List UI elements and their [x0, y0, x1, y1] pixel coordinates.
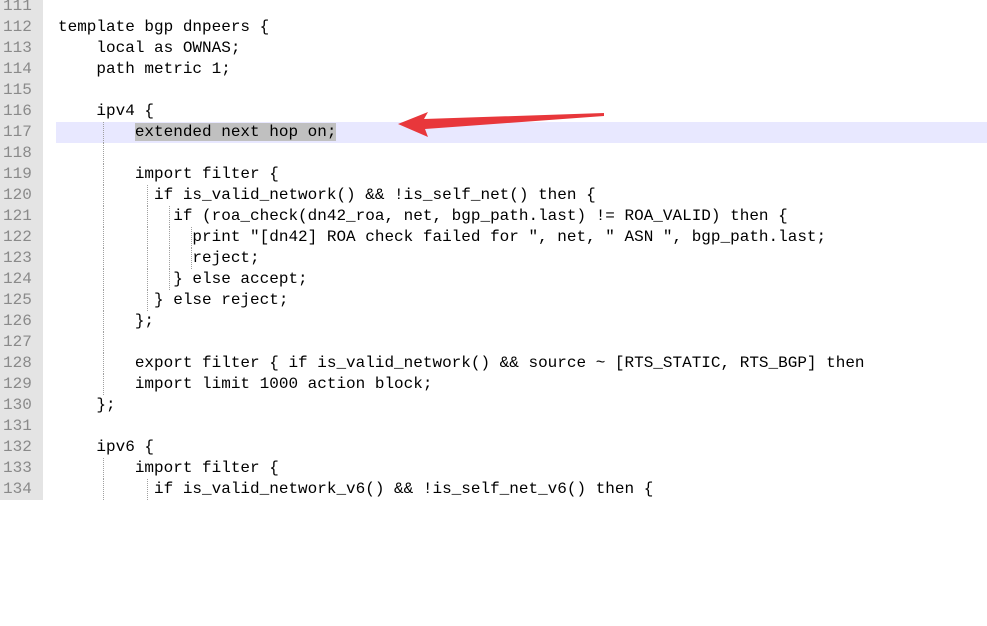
selected-text[interactable]: extended next hop on;: [134, 123, 337, 141]
line-number: 120: [0, 185, 43, 206]
line-number: 128: [0, 353, 43, 374]
code-text: local as OWNAS;: [58, 39, 241, 57]
code-text: };: [58, 396, 116, 414]
line-number: 133: [0, 458, 43, 479]
code-line[interactable]: 119 import filter {: [0, 164, 987, 185]
code-line[interactable]: 120 if is_valid_network() && !is_self_ne…: [0, 185, 987, 206]
code-line[interactable]: 114 path metric 1;: [0, 59, 987, 80]
code-text: import filter {: [58, 459, 279, 477]
code-text: ipv4 {: [58, 102, 155, 120]
line-number: 121: [0, 206, 43, 227]
code-line[interactable]: 129 import limit 1000 action block;: [0, 374, 987, 395]
code-line[interactable]: 113 local as OWNAS;: [0, 38, 987, 59]
code-line[interactable]: 127: [0, 332, 987, 353]
code-line[interactable]: 118: [0, 143, 987, 164]
code-line[interactable]: 111: [0, 0, 987, 17]
code-line[interactable]: 134 if is_valid_network_v6() && !is_self…: [0, 479, 987, 500]
line-number: 123: [0, 248, 43, 269]
code-line[interactable]: 133 import filter {: [0, 458, 987, 479]
line-number: 114: [0, 59, 43, 80]
code-text: ipv6 {: [58, 438, 155, 456]
code-text: import limit 1000 action block;: [58, 375, 433, 393]
code-text: if is_valid_network_v6() && !is_self_net…: [58, 480, 654, 498]
line-number: 113: [0, 38, 43, 59]
code-line[interactable]: 124 } else accept;: [0, 269, 987, 290]
code-text: extended next hop on;: [58, 122, 337, 143]
indent-guide: [103, 332, 104, 353]
line-number: 119: [0, 164, 43, 185]
code-text: path metric 1;: [58, 60, 231, 78]
line-number: 130: [0, 395, 43, 416]
line-number: 131: [0, 416, 43, 437]
code-line[interactable]: 126 };: [0, 311, 987, 332]
line-number: 116: [0, 101, 43, 122]
line-number: 117: [0, 122, 43, 143]
code-line[interactable]: 112 template bgp dnpeers {: [0, 17, 987, 38]
line-number: 127: [0, 332, 43, 353]
line-number: 134: [0, 479, 43, 500]
indent-guide: [103, 143, 104, 164]
code-line[interactable]: 132 ipv6 {: [0, 437, 987, 458]
code-line[interactable]: 121 if (roa_check(dn42_roa, net, bgp_pat…: [0, 206, 987, 227]
code-line[interactable]: 130 };: [0, 395, 987, 416]
line-number: 118: [0, 143, 43, 164]
line-number: 132: [0, 437, 43, 458]
code-text: if (roa_check(dn42_roa, net, bgp_path.la…: [58, 207, 788, 225]
code-line[interactable]: 116 ipv4 {: [0, 101, 987, 122]
line-number: 124: [0, 269, 43, 290]
current-code-line[interactable]: 117 extended next hop on;: [0, 122, 987, 143]
code-line[interactable]: 128 export filter { if is_valid_network(…: [0, 353, 987, 374]
code-text: export filter { if is_valid_network() &&…: [58, 354, 865, 372]
code-text: } else accept;: [58, 270, 308, 288]
code-line[interactable]: 122 print "[dn42] ROA check failed for "…: [0, 227, 987, 248]
code-line[interactable]: 123 reject;: [0, 248, 987, 269]
line-number: 122: [0, 227, 43, 248]
code-editor[interactable]: 111 112 template bgp dnpeers { 113 local…: [0, 0, 987, 500]
code-line[interactable]: 131: [0, 416, 987, 437]
code-text: };: [58, 312, 155, 330]
code-line[interactable]: 115: [0, 80, 987, 101]
line-number: 115: [0, 80, 43, 101]
code-text: reject;: [58, 249, 260, 267]
line-number: 111: [0, 0, 43, 17]
code-text: import filter {: [58, 165, 279, 183]
line-number: 129: [0, 374, 43, 395]
line-number: 125: [0, 290, 43, 311]
code-text: print "[dn42] ROA check failed for ", ne…: [58, 228, 827, 246]
code-line[interactable]: 125 } else reject;: [0, 290, 987, 311]
code-text: template bgp dnpeers {: [58, 18, 270, 36]
code-text: } else reject;: [58, 291, 289, 309]
code-text: if is_valid_network() && !is_self_net() …: [58, 186, 596, 204]
line-number: 126: [0, 311, 43, 332]
line-number: 112: [0, 17, 43, 38]
